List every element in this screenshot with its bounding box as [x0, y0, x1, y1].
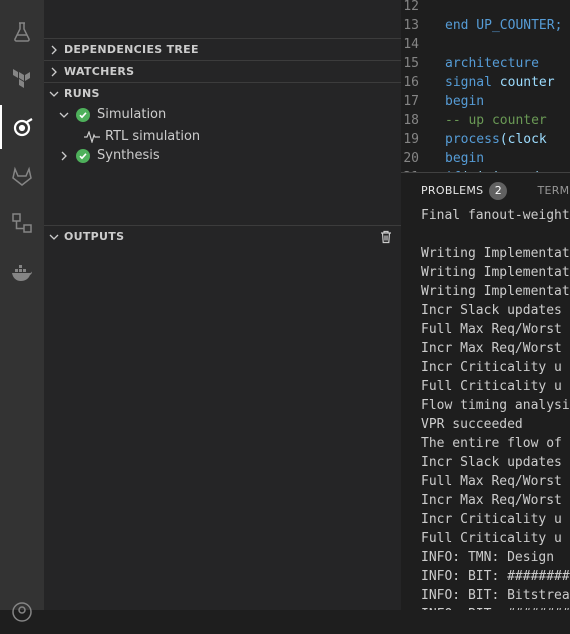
terminal-line: Full Criticality u — [421, 379, 562, 394]
testing-flask-icon[interactable] — [0, 10, 44, 54]
terminal-line: Full Criticality u — [421, 531, 562, 546]
code-line: 20 begin — [401, 149, 484, 168]
source-control-icon[interactable] — [0, 201, 44, 245]
code-text: begin — [445, 94, 485, 109]
section-title: OUTPUTS — [64, 230, 125, 243]
code-line: 19 process(clock — [401, 130, 547, 149]
activity-bar — [0, 0, 44, 622]
run-label: RTL simulation — [105, 129, 201, 144]
dependencies-tree-header[interactable]: DEPENDENCIES TREE — [44, 38, 401, 60]
terminal-line: Incr Slack updates — [421, 303, 562, 318]
code-line: 16 signal counter — [401, 73, 555, 92]
chevron-right-icon — [46, 64, 62, 80]
gitlab-icon[interactable] — [0, 154, 44, 198]
line-number: 20 — [403, 151, 419, 166]
success-check-icon — [76, 148, 90, 163]
run-item-synthesis[interactable]: Synthesis — [44, 145, 401, 166]
line-number: 19 — [403, 132, 419, 147]
terminal-line: INFO: BIT: ######## — [421, 569, 570, 584]
chevron-down-icon — [56, 107, 72, 123]
code-line: 14 — [401, 35, 445, 54]
terminal-line: The entire flow of — [421, 436, 562, 451]
bottom-panel: PROBLEMS 2 TERMINAL Final fanout-weighte… — [401, 172, 570, 610]
terminal-line: Incr Slack updates — [421, 455, 562, 470]
account-icon[interactable] — [0, 590, 44, 634]
run-item-rtl-simulation[interactable]: RTL simulation — [44, 126, 401, 147]
terminal-line: Final fanout-weighted — [421, 208, 570, 223]
terminal-line: INFO: BIT: Bitstream — [421, 588, 570, 603]
code-text: process(clock — [445, 132, 547, 147]
terraform-icon[interactable] — [0, 56, 44, 100]
runs-header[interactable]: RUNS — [44, 82, 401, 104]
tab-label: PROBLEMS — [421, 184, 484, 197]
code-editor[interactable]: 12 13 end UP_COUNTER; 14 15 architecture 16 sig… — [401, 0, 570, 172]
line-number: 17 — [403, 94, 419, 109]
terminal-line: Full Max Req/Worst — [421, 474, 562, 489]
code-text: begin — [445, 151, 485, 166]
terminal-line: Writing Implementation — [421, 265, 570, 280]
sidebar: DEPENDENCIES TREE WATCHERS RUNS Simulati… — [44, 0, 401, 610]
chevron-right-icon — [56, 148, 72, 164]
tab-label: TERMINAL — [537, 184, 570, 197]
code-text: signal counter — [445, 75, 555, 90]
waveform-icon — [84, 130, 100, 143]
success-check-icon — [76, 107, 90, 122]
chevron-down-icon — [46, 86, 62, 102]
line-number: 15 — [403, 56, 419, 71]
terminal-line: INFO: BIT: ######## — [421, 605, 570, 610]
code-text: end UP_COUNTER; — [445, 18, 563, 33]
terminal-line: INFO: TMN: Design — [421, 550, 555, 565]
code-text: -- up counter — [445, 113, 547, 128]
chevron-down-icon — [46, 229, 62, 245]
terminal-line: VPR succeeded — [421, 417, 523, 432]
code-text: architecture — [445, 56, 539, 71]
terminal-line: Incr Max Req/Worst — [421, 341, 562, 356]
code-line: 15 architecture — [401, 54, 539, 73]
edaa-icon[interactable] — [0, 105, 44, 149]
section-title: RUNS — [64, 87, 100, 100]
code-line: 18 -- up counter — [401, 111, 547, 130]
problems-count-badge: 2 — [489, 181, 508, 200]
run-item-simulation[interactable]: Simulation — [44, 104, 401, 125]
code-line: 13 end UP_COUNTER; — [401, 16, 562, 35]
terminal-line: Writing Implementation — [421, 246, 570, 261]
section-title: DEPENDENCIES TREE — [64, 43, 199, 56]
code-line: 17 begin — [401, 92, 484, 111]
panel-tabs: PROBLEMS 2 TERMINAL — [401, 173, 570, 208]
chevron-right-icon — [46, 42, 62, 58]
line-number: 16 — [403, 75, 419, 90]
outputs-header[interactable]: OUTPUTS — [44, 225, 401, 247]
line-number: 13 — [403, 18, 419, 33]
terminal-line: Writing Implementation — [421, 284, 570, 299]
tab-problems[interactable]: PROBLEMS 2 — [401, 173, 517, 208]
line-number: 18 — [403, 113, 419, 128]
trash-icon[interactable] — [379, 230, 393, 244]
terminal-line: Incr Criticality u — [421, 360, 562, 375]
terminal-line: Incr Max Req/Worst — [421, 493, 562, 508]
run-label: Synthesis — [97, 148, 160, 163]
line-number: 14 — [403, 37, 419, 52]
tab-terminal[interactable]: TERMINAL — [517, 173, 570, 208]
line-number: 12 — [403, 0, 419, 14]
terminal-line: Flow timing analysis — [421, 398, 570, 413]
run-label: Simulation — [97, 107, 167, 122]
terminal-line: Full Max Req/Worst — [421, 322, 562, 337]
section-title: WATCHERS — [64, 65, 135, 78]
docker-icon[interactable] — [0, 250, 44, 294]
watchers-header[interactable]: WATCHERS — [44, 60, 401, 82]
terminal-line: Incr Criticality u — [421, 512, 562, 527]
code-line: 12 — [401, 0, 445, 16]
